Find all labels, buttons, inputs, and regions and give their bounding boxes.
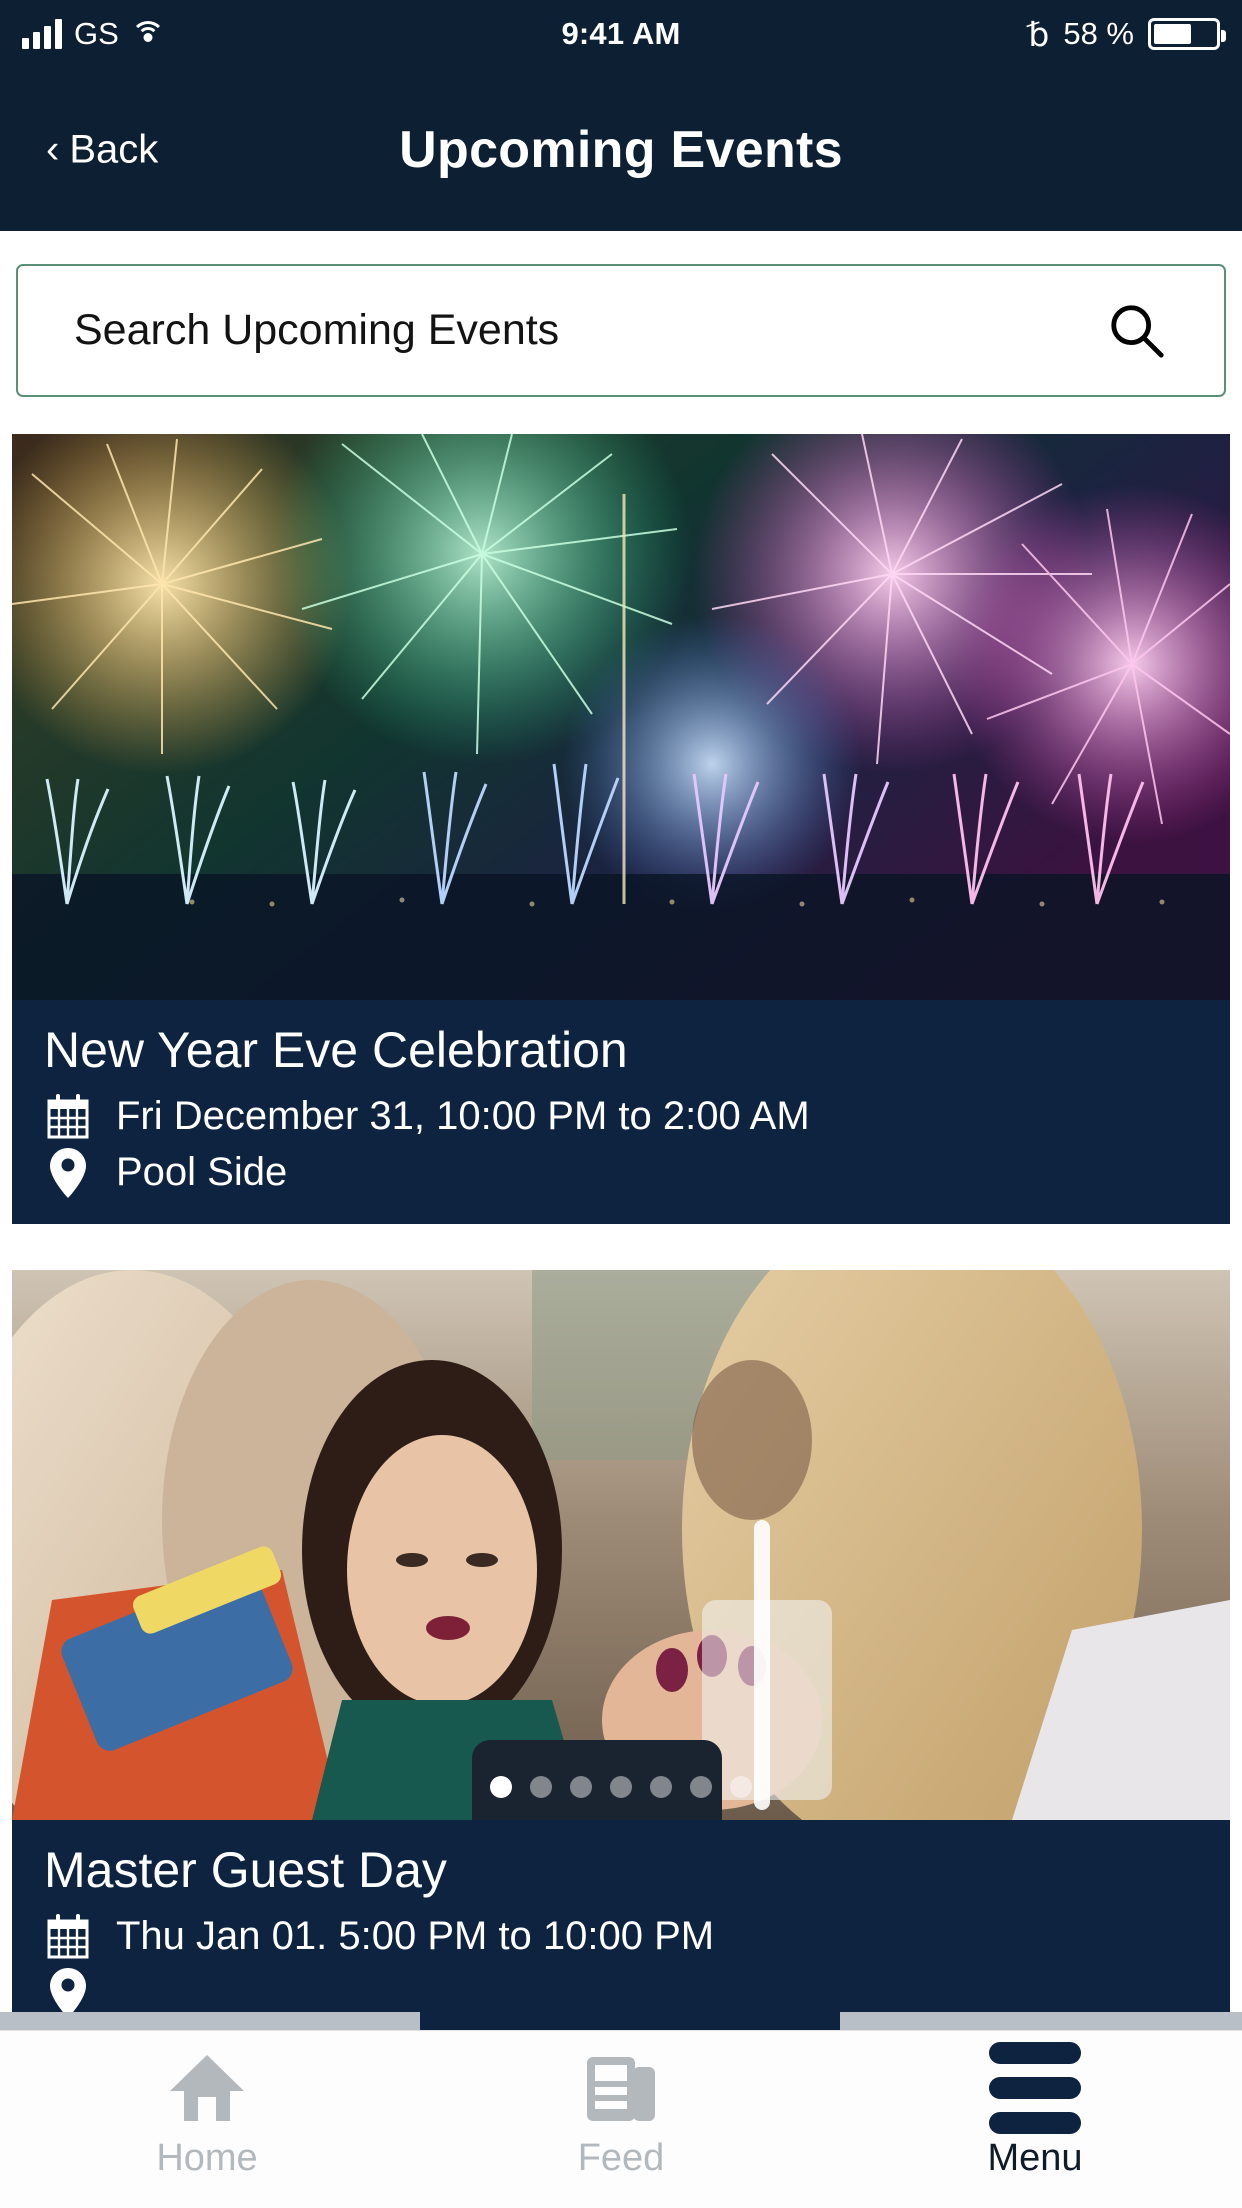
home-icon (168, 2053, 246, 2123)
event-card-2-info: Master Guest Day Thu Jan 01. 5:00 PM to … (12, 1820, 1230, 2044)
tab-home[interactable]: Home (0, 2053, 414, 2180)
carousel-dot[interactable] (530, 1776, 552, 1798)
bluetooth-icon: ␢ (1028, 15, 1050, 53)
event-image-party (12, 1270, 1230, 1820)
newspaper-icon (585, 2053, 657, 2123)
status-bar-left: GS (22, 16, 165, 52)
carousel-dots[interactable] (12, 1776, 1230, 1798)
event-location: Pool Side (116, 1150, 288, 1194)
scroll-indicator[interactable] (0, 2012, 1242, 2030)
map-pin-icon (44, 1967, 92, 2018)
event-date-row: Thu Jan 01. 5:00 PM to 10:00 PM (44, 1913, 1198, 1960)
event-date-row: Fri December 31, 10:00 PM to 2:00 AM (44, 1093, 1198, 1140)
event-image-fireworks (12, 434, 1230, 1000)
event-title: Master Guest Day (44, 1842, 447, 1898)
carousel-dot[interactable] (570, 1776, 592, 1798)
tab-feed-label: Feed (577, 2137, 665, 2179)
calendar-icon (44, 1913, 92, 1960)
app-screen: GS 9:41 AM ␢ 58 % ‹ Back Upcoming Events… (0, 0, 1242, 2208)
page-title: Upcoming Events (399, 120, 843, 179)
status-bar-right: ␢ 58 % (1028, 15, 1226, 53)
battery-icon (1148, 18, 1226, 50)
event-card-1-info: New Year Eve Celebration Fri December 31… (12, 1000, 1230, 1224)
tab-menu-label: Menu (987, 2137, 1083, 2179)
carousel-dot[interactable] (610, 1776, 632, 1798)
wifi-icon (130, 21, 165, 47)
search-icon[interactable] (1106, 300, 1168, 362)
event-title: New Year Eve Celebration (44, 1022, 628, 1078)
event-location-row: Pool Side (44, 1147, 1198, 1198)
event-location-row (44, 1967, 1198, 2018)
scroll-indicator-thumb[interactable] (420, 2012, 840, 2030)
battery-percent-label: 58 % (1063, 16, 1134, 51)
event-card-2[interactable]: Master Guest Day Thu Jan 01. 5:00 PM to … (12, 1270, 1230, 2044)
status-bar: GS 9:41 AM ␢ 58 % (0, 0, 1242, 68)
carousel-dot[interactable] (730, 1776, 752, 1798)
calendar-icon (44, 1093, 92, 1140)
bottom-tab-bar: Home Feed Menu (0, 2030, 1242, 2208)
search-section: Search Upcoming Events (0, 231, 1242, 431)
navigation-bar: ‹ Back Upcoming Events (0, 68, 1242, 231)
event-date: Fri December 31, 10:00 PM to 2:00 AM (116, 1094, 810, 1138)
carousel-dot[interactable] (690, 1776, 712, 1798)
tab-home-label: Home (156, 2137, 258, 2179)
search-field[interactable]: Search Upcoming Events (16, 264, 1226, 397)
carousel-dot[interactable] (490, 1776, 512, 1798)
tab-feed[interactable]: Feed (414, 2053, 828, 2180)
carousel-dot[interactable] (650, 1776, 672, 1798)
event-date: Thu Jan 01. 5:00 PM to 10:00 PM (116, 1914, 715, 1958)
search-input[interactable]: Search Upcoming Events (74, 306, 559, 355)
hamburger-menu-icon (989, 2042, 1081, 2134)
tab-menu[interactable]: Menu (828, 2042, 1242, 2180)
event-card-1[interactable]: New Year Eve Celebration Fri December 31… (12, 434, 1230, 1224)
map-pin-icon (44, 1147, 92, 1198)
carrier-label: GS (74, 16, 119, 51)
signal-bars-icon (22, 19, 62, 49)
